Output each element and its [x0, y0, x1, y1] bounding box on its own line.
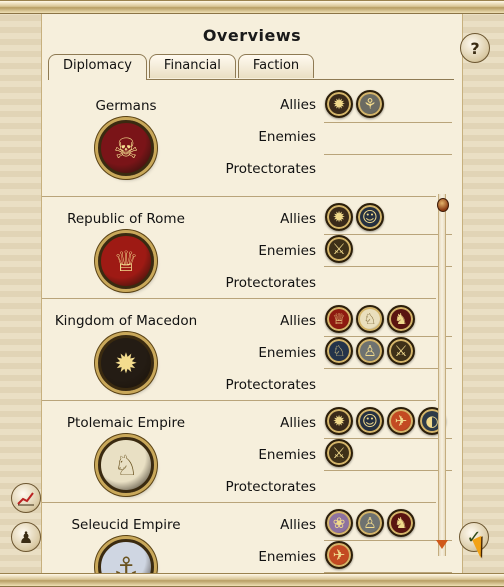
protectorates-label: Protectorates	[225, 479, 316, 495]
allies-label: Allies	[280, 97, 316, 113]
faction-list: Germans ☠ Allies ✹ ⚘ Enemies Protectorate…	[42, 84, 452, 573]
roman-eagle-emblem[interactable]: ♕	[98, 233, 154, 289]
protectorates-label: Protectorates	[225, 377, 316, 393]
scroll-rod-top	[0, 0, 504, 14]
scroll-rod-bottom	[0, 573, 504, 587]
flower-emblem[interactable]: ❀	[325, 509, 353, 537]
allies-label: Allies	[280, 517, 316, 533]
enemies-list: ⚔	[325, 235, 353, 263]
horse-emblem[interactable]: ♘	[325, 337, 353, 365]
sun-emblem[interactable]: ✹	[325, 90, 353, 118]
figure-emblem[interactable]: ♙	[356, 509, 384, 537]
tab-diplomacy[interactable]: Diplomacy	[48, 54, 147, 80]
warrior-emblem[interactable]: ⚔	[387, 337, 415, 365]
scrollbar-thumb[interactable]	[437, 198, 449, 212]
enemies-list: ✈	[325, 541, 353, 569]
window-title: Overviews	[202, 26, 302, 45]
tab-financial[interactable]: Financial	[148, 54, 236, 78]
protectorates-label: Protectorates	[225, 275, 316, 291]
tab-bar: Diplomacy Financial Faction	[48, 54, 316, 80]
faction-row: Kingdom of Macedon ✹ Allies ♕ ♘ ♞ Enemies …	[42, 299, 452, 401]
enemies-list: ♘ ♙ ⚔	[325, 337, 415, 365]
enemies-label: Enemies	[258, 549, 316, 565]
divider	[324, 266, 452, 267]
enemies-list: ⚔	[325, 439, 353, 467]
ptolemaic-eagle-emblem[interactable]: ♘	[356, 305, 384, 333]
allies-label: Allies	[280, 415, 316, 431]
warrior-emblem[interactable]: ⚔	[325, 235, 353, 263]
allies-list: ✹ ☺ ✈ ◐	[325, 407, 446, 435]
allies-list: ❀ ♙ ♞	[325, 509, 415, 537]
head-emblem[interactable]: ☺	[356, 203, 384, 231]
scrollbar-track[interactable]	[438, 194, 446, 556]
enemies-label: Enemies	[258, 243, 316, 259]
statue-button[interactable]: ♟	[11, 522, 41, 552]
divider	[324, 122, 452, 123]
allies-list: ♕ ♘ ♞	[325, 305, 415, 333]
figure-emblem[interactable]: ♙	[356, 337, 384, 365]
bird-emblem[interactable]: ✈	[325, 541, 353, 569]
enemies-label: Enemies	[258, 447, 316, 463]
sun-emblem[interactable]: ✹	[325, 407, 353, 435]
sun-emblem[interactable]: ✹	[325, 203, 353, 231]
question-mark-icon: ?	[470, 38, 480, 58]
overview-panel: Overviews Diplomacy Financial Faction Ge…	[42, 14, 462, 573]
anchor-emblem[interactable]: ⚓	[98, 539, 154, 573]
eagle-emblem[interactable]: ♕	[325, 305, 353, 333]
allies-label: Allies	[280, 211, 316, 227]
enemies-label: Enemies	[258, 129, 316, 145]
graph-icon	[17, 492, 34, 506]
allies-list: ✹ ⚘	[325, 90, 384, 118]
divider	[324, 154, 452, 155]
head-emblem[interactable]: ☺	[356, 407, 384, 435]
faction-row: Republic of Rome ♕ Allies ✹ ☺ Enemies ⚔ P…	[42, 197, 452, 299]
divider	[324, 470, 452, 471]
help-button[interactable]: ?	[460, 33, 490, 63]
scroll-down-arrow-icon[interactable]	[436, 540, 448, 549]
germans-emblem[interactable]: ☠	[98, 120, 154, 176]
faction-row: Seleucid Empire ⚓ Allies ❀♙♞ Enemies ✈ P…	[42, 503, 452, 573]
bird-emblem[interactable]: ✈	[387, 407, 415, 435]
knot-emblem[interactable]: ⚘	[356, 90, 384, 118]
allies-label: Allies	[280, 313, 316, 329]
enemies-label: Enemies	[258, 345, 316, 361]
protectorates-label: Protectorates	[225, 161, 316, 177]
ptolemaic-eagle-emblem[interactable]: ♘	[98, 437, 154, 493]
divider	[324, 368, 452, 369]
allies-list: ✹ ☺	[325, 203, 384, 231]
sun-emblem[interactable]: ✹	[98, 335, 154, 391]
tab-faction[interactable]: Faction	[237, 54, 315, 78]
warrior-emblem[interactable]: ⚔	[325, 439, 353, 467]
lion-emblem[interactable]: ♞	[387, 305, 415, 333]
right-border	[462, 14, 504, 573]
lion-emblem[interactable]: ♞	[387, 509, 415, 537]
statue-icon: ♟	[18, 527, 34, 547]
faction-row: Ptolemaic Empire ♘ Allies ✹ ☺ ✈ ◐ Enemies ⚔…	[42, 401, 452, 503]
overview-window: Overviews Diplomacy Financial Faction Ge…	[0, 0, 504, 587]
faction-row: Germans ☠ Allies ✹ ⚘ Enemies Protectorate…	[42, 84, 452, 197]
graph-button[interactable]	[11, 483, 41, 513]
